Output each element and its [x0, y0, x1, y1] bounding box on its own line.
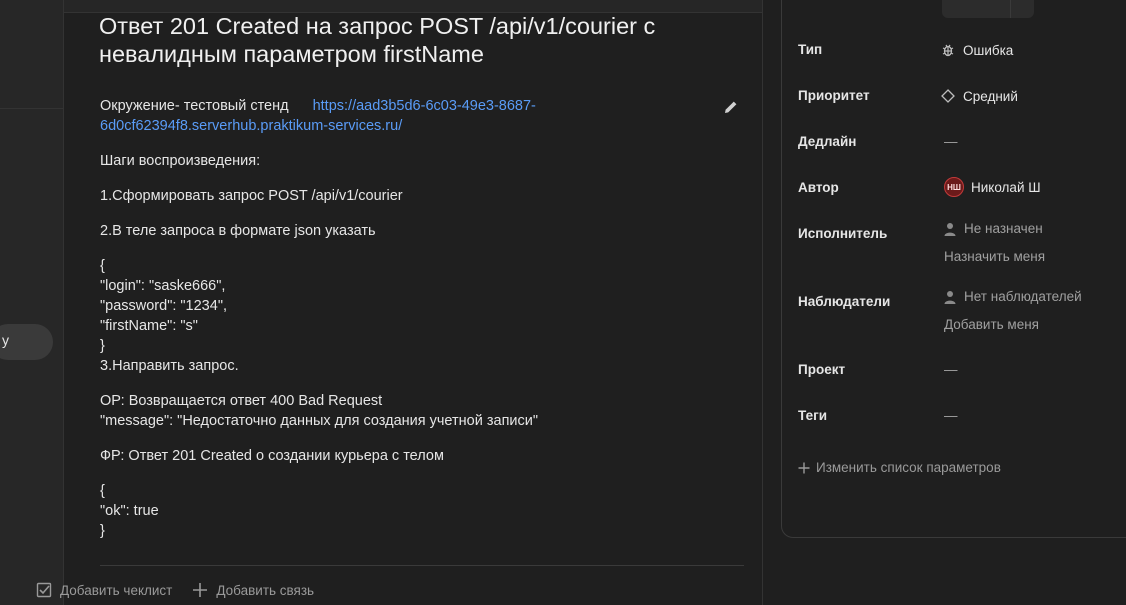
expected-result: ОР: Возвращается ответ 400 Bad Request "…	[100, 393, 539, 429]
type-value-text: Ошибка	[963, 42, 1014, 58]
assignee-value-text: Не назначен	[964, 221, 1043, 236]
type-value[interactable]: Ошибка	[940, 42, 1013, 58]
watchers-value-text: Нет наблюдателей	[964, 289, 1082, 304]
change-params-button[interactable]: Изменить список параметров	[798, 460, 1001, 475]
tags-label: Теги	[798, 408, 828, 423]
parameters-panel	[781, 0, 1126, 538]
person-icon	[944, 290, 956, 304]
pencil-icon[interactable]	[723, 99, 739, 115]
rail-nav-item-active[interactable]: y	[0, 324, 53, 360]
panel-top-divider	[1010, 0, 1011, 18]
tags-value[interactable]: —	[944, 408, 958, 423]
priority-value-text: Средний	[963, 88, 1018, 104]
assignee-label: Исполнитель	[798, 226, 888, 241]
add-link-label: Добавить связь	[216, 582, 315, 598]
project-value[interactable]: —	[944, 362, 958, 377]
issue-footer-actions: Добавить чеклист Добавить связь	[36, 582, 314, 598]
deadline-value[interactable]: —	[944, 134, 958, 149]
panel-top-button[interactable]	[942, 0, 1034, 18]
issue-title[interactable]: Ответ 201 Created на запрос POST /api/v1…	[99, 12, 719, 68]
add-checklist-label: Добавить чеклист	[60, 582, 173, 598]
issue-description[interactable]: Окружение- тестовый стенд https://aad3b5d…	[100, 96, 720, 556]
step-1: 1.Сформировать запрос POST /api/v1/couri…	[100, 188, 403, 204]
add-checklist-button[interactable]: Добавить чеклист	[36, 582, 172, 598]
plus-icon	[193, 583, 208, 597]
steps-title: Шаги воспроизведения:	[100, 153, 261, 169]
plus-icon	[798, 462, 810, 473]
author-label: Автор	[798, 180, 839, 195]
priority-label: Приоритет	[798, 88, 870, 103]
author-value[interactable]: НШ Николай Ш	[944, 177, 1041, 197]
person-icon	[944, 222, 956, 236]
issue-main: Ответ 201 Created на запрос POST /api/v1…	[64, 0, 762, 605]
actual-response-body: { "ok": true }	[100, 483, 159, 539]
add-link-button[interactable]: Добавить связь	[192, 582, 314, 598]
author-name: Николай Ш	[971, 179, 1041, 195]
environment-line: Окружение- тестовый стенд https://aad3b5d…	[100, 96, 720, 136]
diamond-icon	[941, 89, 955, 103]
project-label: Проект	[798, 362, 846, 377]
assignee-value[interactable]: Не назначен	[943, 221, 1043, 236]
column-separator	[762, 0, 763, 605]
actual-result: ФР: Ответ 201 Created о создании курьера…	[100, 448, 444, 464]
change-params-label: Изменить список параметров	[816, 460, 1001, 475]
author-avatar: НШ	[944, 177, 964, 197]
left-rail: y	[0, 0, 64, 605]
deadline-label: Дедлайн	[798, 134, 857, 149]
checklist-icon	[36, 582, 52, 598]
rail-nav-item-label: y	[2, 332, 9, 348]
bug-icon	[942, 44, 954, 57]
add-me-button[interactable]: Добавить меня	[944, 317, 1039, 332]
watchers-label: Наблюдатели	[798, 294, 891, 309]
assign-me-button[interactable]: Назначить меня	[944, 249, 1045, 264]
watchers-value[interactable]: Нет наблюдателей	[943, 289, 1082, 304]
request-body-json: { "login": "saske666", "password": "1234…	[100, 258, 239, 374]
step-2: 2.В теле запроса в формате json указать	[100, 223, 376, 239]
type-label: Тип	[798, 42, 823, 57]
rail-divider	[0, 108, 63, 109]
priority-value[interactable]: Средний	[940, 88, 1018, 104]
content-divider	[100, 565, 744, 566]
environment-label: Окружение- тестовый стенд	[100, 98, 289, 114]
